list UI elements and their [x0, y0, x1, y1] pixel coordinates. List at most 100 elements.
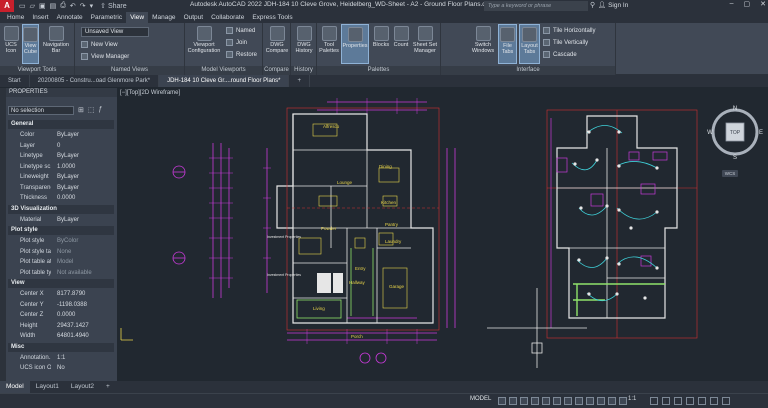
property-row[interactable]: TransparencyByLayer	[8, 183, 114, 193]
tab-insert[interactable]: Insert	[28, 12, 52, 23]
property-row[interactable]: Plot table ty...Not available	[8, 268, 114, 278]
property-value[interactable]: Not available	[51, 268, 114, 278]
property-value[interactable]: No	[51, 363, 114, 373]
named-button[interactable]: Named	[226, 27, 255, 34]
app-logo[interactable]: A	[0, 0, 14, 12]
selection-dropdown[interactable]: No selection	[8, 106, 74, 115]
dwg-history-button[interactable]: DWG History	[293, 26, 315, 54]
property-section-header[interactable]: View	[8, 279, 114, 288]
view-cube[interactable]: TOP N S E W	[707, 104, 763, 160]
tab-layout2[interactable]: Layout2	[65, 381, 100, 393]
property-row[interactable]: Plot style ByColor	[8, 236, 114, 246]
customize-icon[interactable]	[722, 397, 730, 405]
count-button[interactable]: Count	[392, 26, 410, 48]
plot-icon[interactable]: ⎙	[59, 2, 67, 10]
property-value[interactable]: 64801.4940	[51, 331, 114, 341]
redo-icon[interactable]: ↷	[79, 2, 87, 10]
fullscreen-icon[interactable]	[710, 397, 718, 405]
property-row[interactable]: Plot table at...Model	[8, 257, 114, 267]
view-manager-button[interactable]: View Manager	[81, 53, 129, 60]
restore-button[interactable]: Restore	[226, 51, 257, 58]
tab-layout1[interactable]: Layout1	[30, 381, 65, 393]
tab-collaborate[interactable]: Collaborate	[207, 12, 248, 23]
quick-select-icon[interactable]: ƒ	[99, 106, 103, 114]
file-tab-cleve-grove[interactable]: JDH-184 10 Cleve Gr....round Floor Plans…	[159, 75, 290, 87]
properties-button[interactable]: Properties	[341, 24, 369, 64]
property-value[interactable]: ByLayer	[51, 183, 114, 193]
property-value[interactable]: ByLayer	[51, 151, 114, 161]
switch-windows-button[interactable]: Switch Windows	[469, 26, 497, 54]
annotation-scale[interactable]: 1:1	[628, 396, 636, 402]
property-row[interactable]: Center Y -1198.0388	[8, 300, 114, 310]
select-objects-icon[interactable]: ⬚	[88, 106, 95, 114]
dropdown-icon[interactable]: ▾	[89, 2, 95, 10]
property-row[interactable]: UCS icon OnNo	[8, 363, 114, 373]
property-value[interactable]: 1:1	[51, 353, 114, 363]
property-section-header[interactable]: General	[8, 120, 114, 129]
search-icon[interactable]: ⚲	[590, 1, 595, 9]
property-value[interactable]: 0	[51, 141, 114, 151]
ortho-icon[interactable]	[520, 397, 528, 405]
add-layout-icon[interactable]: +	[100, 381, 116, 393]
close-icon[interactable]: ✕	[760, 0, 766, 8]
share-button[interactable]: ⇧ Share	[100, 2, 127, 10]
sign-in-button[interactable]: 👤︎ Sign In	[598, 1, 628, 9]
palette-grip[interactable]	[0, 88, 6, 381]
property-section-header[interactable]: Plot style	[8, 226, 114, 235]
property-value[interactable]: ByLayer	[51, 215, 114, 225]
property-value[interactable]: 1.0000	[51, 162, 114, 172]
maximize-icon[interactable]: ▢	[744, 0, 751, 8]
property-value[interactable]: 0.0000	[51, 310, 114, 320]
file-tabs-button[interactable]: File Tabs	[498, 24, 517, 64]
blocks-button[interactable]: Blocks	[371, 26, 391, 48]
drawing-viewport[interactable]: [−][Top][2D Wireframe] Alfresco Lounge D…	[117, 88, 768, 381]
property-row[interactable]: Color ByLayer	[8, 130, 114, 140]
layout-tabs-button[interactable]: Layout Tabs	[519, 24, 540, 64]
property-value[interactable]: ByLayer	[51, 172, 114, 182]
tab-annotate[interactable]: Annotate	[53, 12, 87, 23]
units-icon[interactable]	[674, 397, 682, 405]
lineweight-icon[interactable]	[575, 397, 583, 405]
new-view-button[interactable]: New View	[81, 41, 118, 48]
gear-icon[interactable]	[650, 397, 658, 405]
property-row[interactable]: Material ByLayer	[8, 215, 114, 225]
polar-icon[interactable]	[531, 397, 539, 405]
model-space-button[interactable]: MODEL	[470, 396, 491, 402]
tab-home[interactable]: Home	[3, 12, 28, 23]
dwg-compare-button[interactable]: DWG Compare	[265, 26, 289, 54]
tab-express-tools[interactable]: Express Tools	[248, 12, 296, 23]
property-value[interactable]: ByColor	[51, 236, 114, 246]
cascade-button[interactable]: Cascade	[543, 51, 577, 58]
tab-view[interactable]: View	[126, 12, 149, 23]
minimize-icon[interactable]: –	[730, 0, 734, 8]
property-row[interactable]: Thickness 0.0000	[8, 193, 114, 203]
otrack-icon[interactable]	[564, 397, 572, 405]
tab-parametric[interactable]: Parametric	[87, 12, 126, 23]
property-row[interactable]: Linetype ByLayer	[8, 151, 114, 161]
tile-vertically-button[interactable]: Tile Vertically	[543, 39, 588, 46]
snap-icon[interactable]	[509, 397, 517, 405]
property-section-header[interactable]: Misc	[8, 342, 114, 352]
save-icon[interactable]: ▣	[38, 2, 47, 10]
property-value[interactable]: 8177.8790	[51, 289, 114, 299]
sheet-set-manager-button[interactable]: Sheet Set Manager	[411, 26, 439, 54]
property-row[interactable]: Height 29437.1427	[8, 321, 114, 331]
new-icon[interactable]: ▭	[18, 2, 27, 10]
ucs-icon-button[interactable]: UCS Icon	[2, 26, 20, 54]
tab-manage[interactable]: Manage	[148, 12, 180, 23]
search-input[interactable]: Type a keyword or phrase	[484, 1, 588, 11]
wcs-menu[interactable]: WCS	[722, 170, 738, 177]
property-row[interactable]: Annotation... 1:1	[8, 353, 114, 363]
viewport-configuration-button[interactable]: Viewport Configuration	[186, 26, 222, 54]
property-value[interactable]: ByLayer	[51, 130, 114, 140]
property-row[interactable]: Width 64801.4940	[8, 331, 114, 341]
tile-horizontally-button[interactable]: Tile Horizontally	[543, 27, 595, 34]
grid-icon[interactable]	[498, 397, 506, 405]
property-row[interactable]: Linetype sc...1.0000	[8, 162, 114, 172]
view-dropdown[interactable]: Unsaved View	[81, 27, 149, 37]
annotation-visibility-icon[interactable]	[608, 397, 616, 405]
property-value[interactable]: -1198.0388	[51, 300, 114, 310]
property-row[interactable]: Center X 8177.8790	[8, 289, 114, 299]
file-tab-glenmore[interactable]: 20200805 - Constru...oad Glenmore Park*	[30, 75, 160, 87]
open-icon[interactable]: ▱	[29, 2, 36, 10]
